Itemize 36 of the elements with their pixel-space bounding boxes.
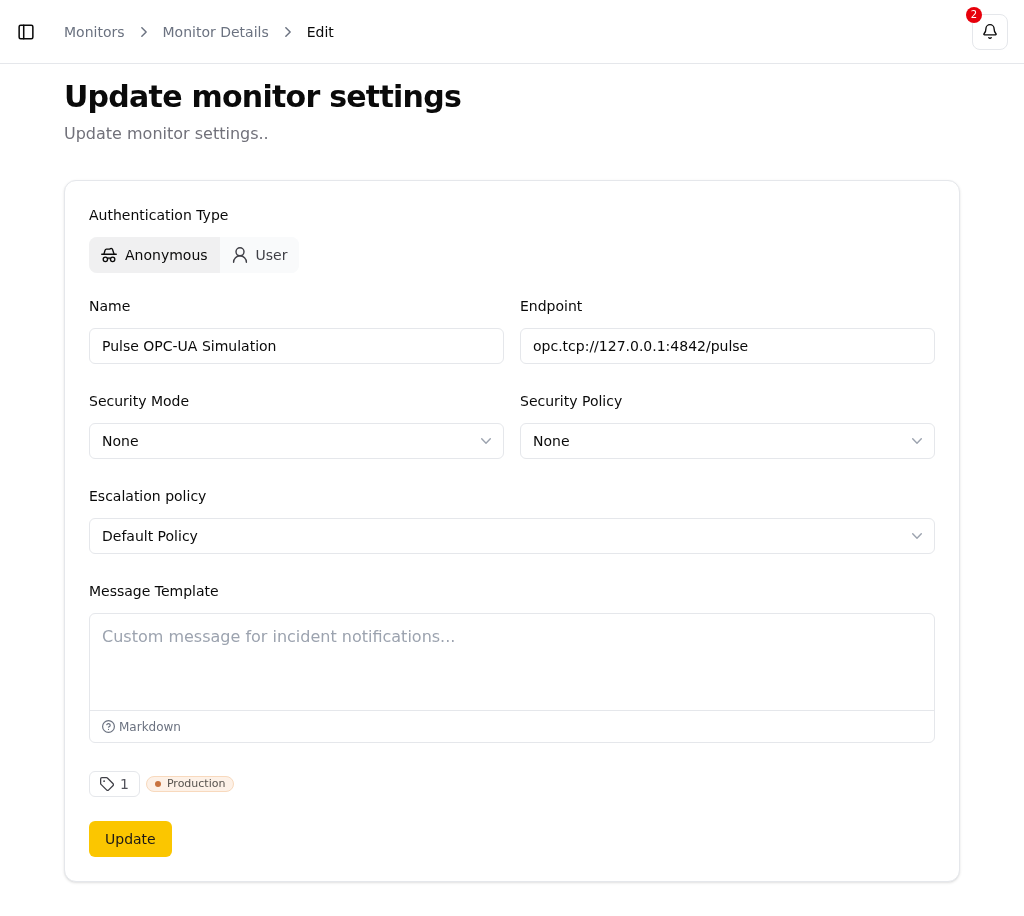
field-label: Security Mode xyxy=(89,392,191,411)
notification-count: 2 xyxy=(966,6,982,23)
auth-type-option[interactable]: Anonymous xyxy=(89,237,220,273)
field-label: Escalation policy xyxy=(89,487,208,506)
field-label: Message Template xyxy=(89,582,220,601)
message-input[interactable]: Custom message for incident notifications... xyxy=(90,614,934,710)
field-label: Endpoint xyxy=(520,297,584,316)
chevron-down-icon xyxy=(912,438,922,444)
page-title: Update monitor settings xyxy=(64,79,462,115)
help-icon xyxy=(102,720,115,733)
tag-chip[interactable]: Production xyxy=(145,776,235,792)
message-editor[interactable]: Custom message for incident notifications... Markdown xyxy=(89,613,935,743)
select-dropdown[interactable]: None xyxy=(89,423,504,459)
chevron-right-icon xyxy=(284,26,291,37)
field-label: Name xyxy=(89,297,132,316)
tag-icon xyxy=(100,777,114,791)
select-dropdown[interactable]: None xyxy=(520,423,935,459)
bell-icon xyxy=(983,24,997,39)
select-dropdown[interactable]: Default Policy xyxy=(89,518,935,554)
field-label: Authentication Type xyxy=(89,206,230,225)
markdown-link[interactable]: Markdown xyxy=(119,718,181,735)
sidebar-icon xyxy=(18,23,34,40)
breadcrumb-link[interactable]: Monitor Details xyxy=(162,21,269,42)
text-input[interactable]: Pulse OPC-UA Simulation xyxy=(89,328,504,364)
chevron-down-icon xyxy=(481,438,491,444)
breadcrumb-link[interactable]: Monitors xyxy=(64,21,125,42)
breadcrumb-current-page: Edit xyxy=(306,22,334,42)
hat-glasses-icon xyxy=(101,247,117,263)
page-subtitle: Update monitor settings.. xyxy=(64,123,270,145)
text-input[interactable]: opc.tcp://127.0.0.1:4842/pulse xyxy=(520,328,935,364)
chevron-right-icon xyxy=(140,26,147,37)
tags-button[interactable]: 1 xyxy=(89,771,140,797)
user-icon xyxy=(231,247,248,263)
field-label: Security Policy xyxy=(520,392,624,411)
chevron-down-icon xyxy=(912,533,922,539)
update-button[interactable]: Update xyxy=(89,821,172,857)
